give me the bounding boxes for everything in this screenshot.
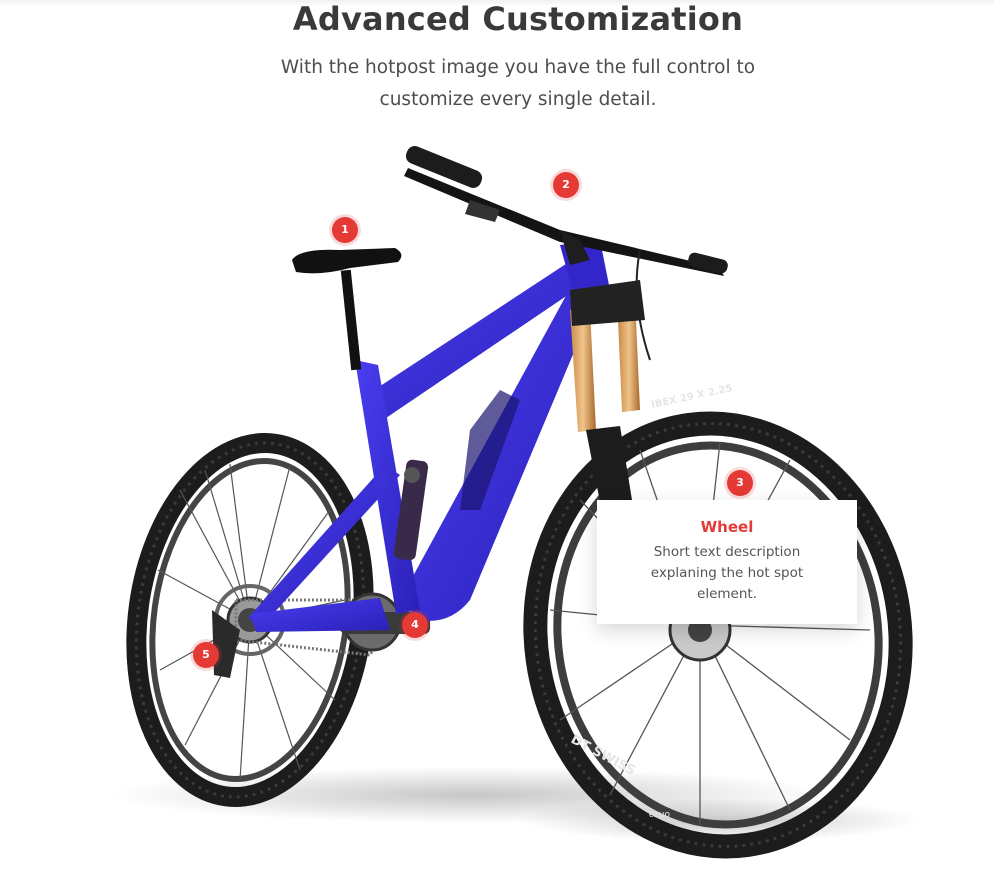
hub-label: onza	[649, 809, 670, 819]
saddle	[292, 248, 402, 371]
section-title: Advanced Customization	[292, 0, 744, 38]
hotspot-4[interactable]: 4	[402, 612, 428, 638]
hotspot-tooltip: Wheel Short text description explaning t…	[597, 500, 857, 624]
hotspot-image: IBEX 29 X 2.25 DT SWISS onza 1 2 3 4 5 W…	[0, 130, 994, 877]
tooltip-title: Wheel	[700, 518, 754, 536]
hotspot-2[interactable]: 2	[553, 172, 579, 198]
hotspot-1[interactable]: 1	[332, 217, 358, 243]
section-subtitle: With the hotpost image you have the full…	[280, 57, 756, 110]
bike-frame	[248, 240, 612, 632]
tooltip-text: Short text description explaning the hot…	[650, 544, 804, 602]
hotspot-5[interactable]: 5	[193, 642, 219, 668]
hotspot-3[interactable]: 3	[727, 470, 753, 496]
page: Advanced Customization With the hotpost …	[0, 0, 994, 877]
tire-label: IBEX 29 X 2.25	[650, 383, 733, 411]
